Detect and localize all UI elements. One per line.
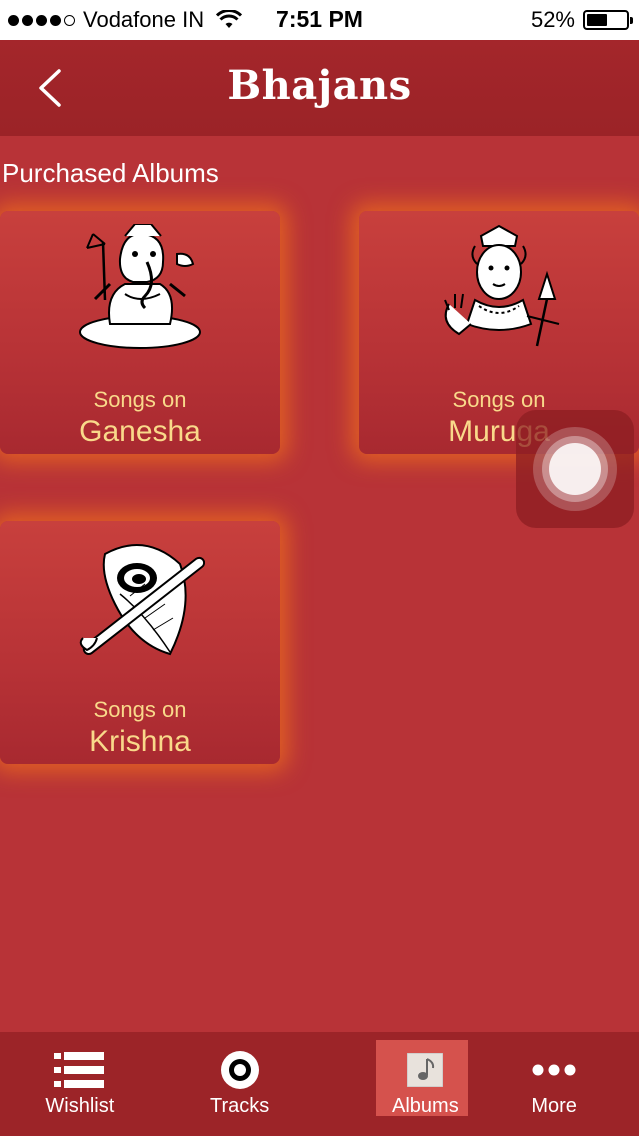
battery-percent: 52% — [530, 7, 575, 32]
album-name: Ganesha — [79, 415, 201, 448]
tab-more[interactable]: More — [479, 1032, 639, 1136]
navigation-bar: Bhajans — [0, 40, 639, 136]
disc-icon — [220, 1051, 259, 1089]
album-subtitle: Songs on — [93, 697, 187, 722]
tab-tracks[interactable]: Tracks — [160, 1032, 320, 1136]
muruga-illustration — [359, 219, 639, 359]
section-title: Purchased Albums — [2, 158, 219, 188]
album-card-krishna[interactable]: Songs on Krishna — [0, 521, 280, 764]
assistive-touch-button[interactable] — [516, 410, 634, 528]
status-bar: Vodafone IN 7:51 PM 52% — [0, 0, 639, 40]
flute-peacock-feather-illustration — [0, 529, 280, 669]
tab-wishlist[interactable]: Wishlist — [0, 1032, 160, 1136]
album-subtitle: Songs on — [93, 387, 187, 412]
assistive-touch-icon — [533, 427, 617, 511]
tab-label: Wishlist — [45, 1095, 115, 1117]
battery-icon — [583, 10, 633, 30]
more-dots-icon — [532, 1064, 576, 1076]
album-card-ganesha[interactable]: Songs on Ganesha — [0, 211, 280, 454]
tab-label: More — [531, 1095, 577, 1117]
music-note-icon — [407, 1053, 444, 1087]
status-right: 52% — [530, 7, 633, 33]
tab-label: Tracks — [209, 1095, 270, 1117]
page-title: Bhajans — [227, 62, 412, 109]
ganesha-illustration — [0, 219, 280, 359]
tab-bar: Wishlist Tracks Albums More — [0, 1032, 639, 1136]
tab-label: Albums — [392, 1095, 459, 1117]
album-name: Krishna — [89, 725, 191, 758]
tab-albums[interactable]: Albums — [320, 1032, 480, 1136]
list-icon — [53, 1052, 104, 1088]
